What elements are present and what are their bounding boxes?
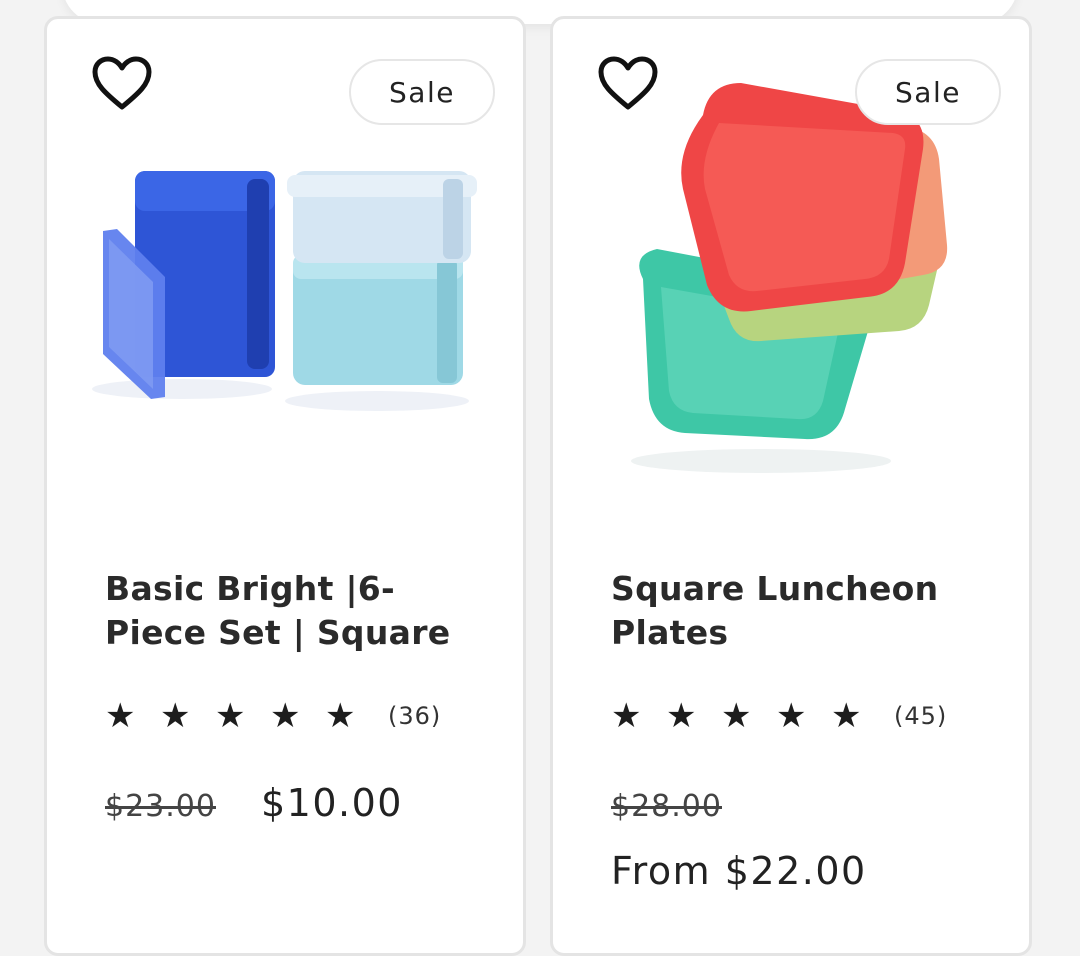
blue-square-containers-image[interactable]: [87, 149, 487, 449]
star-icon: ★: [611, 696, 642, 736]
sale-badge: Sale: [349, 59, 495, 125]
original-price: $23.00: [105, 789, 216, 824]
star-icon: ★: [666, 696, 697, 736]
heart-icon[interactable]: [597, 55, 659, 111]
review-count: (36): [388, 702, 442, 730]
star-icon: ★: [776, 696, 807, 736]
star-icon: ★: [831, 696, 862, 736]
product-title[interactable]: Square Luncheon Plates: [611, 567, 991, 655]
product-card[interactable]: Sale Square Luncheon Plates ★ ★ ★ ★ ★ (4…: [550, 16, 1032, 956]
review-count: (45): [894, 702, 948, 730]
star-icon: ★: [215, 696, 246, 736]
sale-price: $10.00: [261, 781, 403, 825]
heart-icon[interactable]: [91, 55, 153, 111]
original-price: $28.00: [611, 789, 722, 824]
sale-price: From $22.00: [611, 849, 867, 893]
product-title[interactable]: Basic Bright |6-Piece Set | Square: [105, 567, 485, 655]
star-rating: ★ ★ ★ ★ ★ (36): [105, 691, 441, 741]
sale-badge: Sale: [855, 59, 1001, 125]
star-icon: ★: [160, 696, 191, 736]
star-icon: ★: [105, 696, 136, 736]
star-icon: ★: [270, 696, 301, 736]
product-card[interactable]: Sale Basic Bright |6-Piece Set | Square …: [44, 16, 526, 956]
star-rating: ★ ★ ★ ★ ★ (45): [611, 691, 947, 741]
star-icon: ★: [325, 696, 356, 736]
star-icon: ★: [721, 696, 752, 736]
